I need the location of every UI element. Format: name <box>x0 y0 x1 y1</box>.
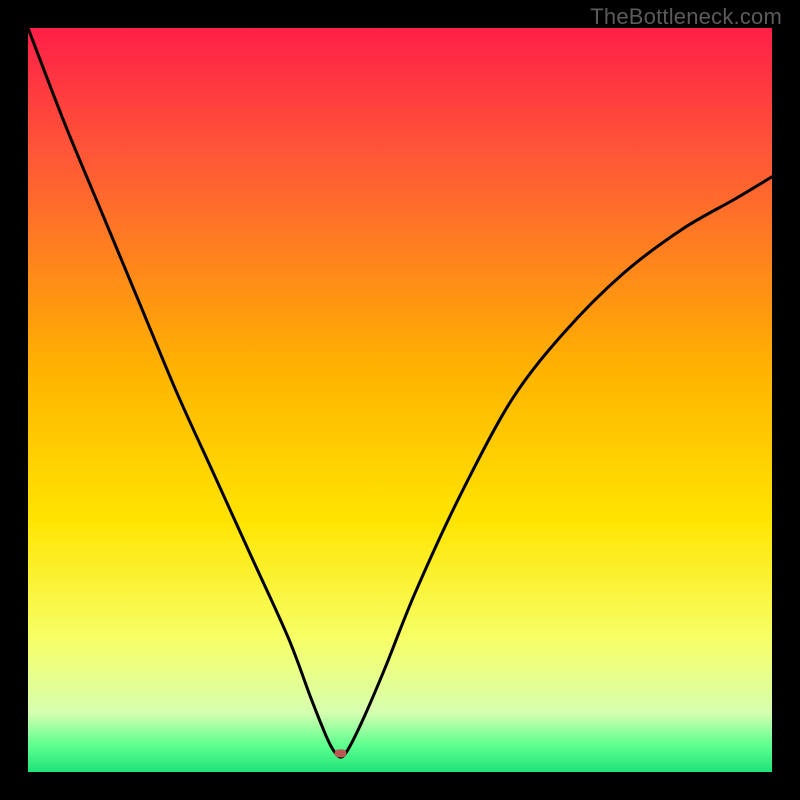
gradient-background <box>28 28 772 772</box>
bottleneck-marker <box>334 749 346 757</box>
chart-stage: TheBottleneck.com <box>0 0 800 800</box>
marker-group <box>334 749 346 757</box>
chart-svg <box>28 28 772 772</box>
watermark-text: TheBottleneck.com <box>590 4 782 30</box>
plot-area <box>28 28 772 772</box>
